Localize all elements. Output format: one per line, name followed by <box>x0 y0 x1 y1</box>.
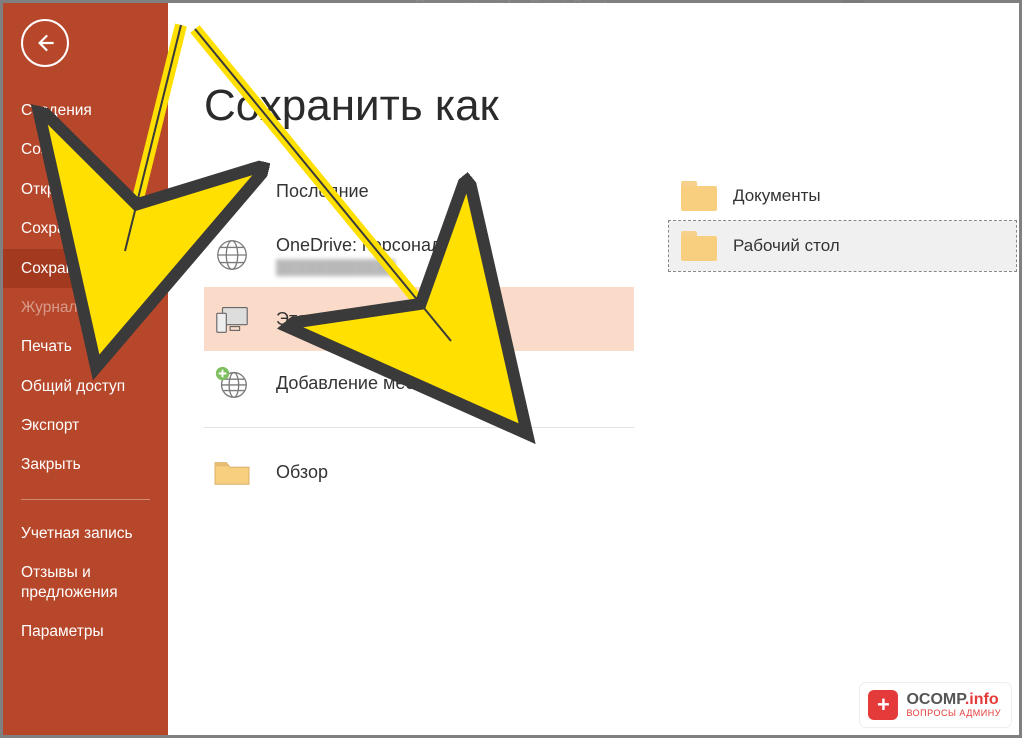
sidebar-item-label: Печать <box>21 338 72 355</box>
sidebar-item-print[interactable]: Печать <box>3 327 168 366</box>
this-pc-icon <box>210 297 254 341</box>
page-title: Сохранить как <box>204 81 983 131</box>
location-recent[interactable]: Последние <box>204 159 634 223</box>
sidebar-item-label: Сведения <box>21 102 92 119</box>
back-button[interactable] <box>21 19 69 67</box>
folder-row-documents[interactable]: Документы <box>669 171 1016 221</box>
sidebar-item-label: Создать <box>21 141 80 158</box>
browse-folder-icon <box>210 450 254 494</box>
sidebar-item-feedback[interactable]: Отзывы и предложения <box>3 553 168 612</box>
sidebar-item-close[interactable]: Закрыть <box>3 445 168 484</box>
sidebar-item-share[interactable]: Общий доступ <box>3 367 168 406</box>
folder-list: Документы Рабочий стол <box>669 171 1016 271</box>
location-onedrive[interactable]: OneDrive: персональный ████████████ <box>204 223 634 287</box>
watermark-plus-icon: + <box>868 690 898 720</box>
sidebar-item-info[interactable]: Сведения <box>3 91 168 130</box>
sidebar-item-label: Открыть <box>21 181 82 198</box>
sidebar-item-label: Общий доступ <box>21 378 125 395</box>
back-arrow-icon <box>32 30 58 56</box>
location-label: Добавление места <box>276 373 628 394</box>
location-divider <box>204 427 634 428</box>
sidebar-item-new[interactable]: Создать <box>3 130 168 169</box>
sidebar-item-save-as[interactable]: Сохранить как <box>3 249 168 288</box>
location-label: Обзор <box>276 462 628 483</box>
backstage-sidebar: Сведения Создать Открыть Сохранить Сохра… <box>3 3 168 735</box>
sidebar-item-label: Отзывы и предложения <box>21 564 118 600</box>
folder-row-desktop[interactable]: Рабочий стол <box>669 221 1016 271</box>
sidebar-item-options[interactable]: Параметры <box>3 612 168 651</box>
sidebar-item-label: Сохранить как <box>21 260 125 277</box>
sidebar-separator <box>21 499 150 500</box>
add-place-icon <box>210 361 254 405</box>
folder-label: Документы <box>733 186 821 206</box>
folder-icon <box>681 181 717 211</box>
sidebar-item-label: Сохранить <box>21 220 98 237</box>
sidebar-item-account[interactable]: Учетная запись <box>3 514 168 553</box>
sidebar-item-label: Экспорт <box>21 417 79 434</box>
location-label: OneDrive: персональный <box>276 235 628 256</box>
location-this-pc[interactable]: Этот компьютер <box>204 287 634 351</box>
watermark-tagline: ВОПРОСЫ АДМИНУ <box>906 709 1001 718</box>
sidebar-item-label: Журнал <box>21 299 78 316</box>
location-label: Этот компьютер <box>276 309 628 330</box>
sidebar-item-save[interactable]: Сохранить <box>3 209 168 248</box>
sidebar-item-history: Журнал <box>3 288 168 327</box>
onedrive-icon <box>210 233 254 277</box>
location-sublabel: ████████████ <box>276 259 628 275</box>
sidebar-item-label: Учетная запись <box>21 525 133 542</box>
location-label: Последние <box>276 181 628 202</box>
watermark-brand: OCOMP.info <box>906 692 1001 708</box>
sidebar-item-label: Параметры <box>21 623 104 640</box>
sidebar-item-export[interactable]: Экспорт <box>3 406 168 445</box>
location-browse[interactable]: Обзор <box>204 440 634 504</box>
locations-list: Последние OneDrive: персональный ███████… <box>204 159 634 504</box>
folder-label: Рабочий стол <box>733 236 840 256</box>
watermark-logo: + OCOMP.info ВОПРОСЫ АДМИНУ <box>860 683 1011 727</box>
main-content: Сохранить как Последние OneDrive: персон… <box>168 3 1019 735</box>
sidebar-item-label: Закрыть <box>21 456 81 473</box>
folder-icon <box>681 231 717 261</box>
location-add-place[interactable]: Добавление места <box>204 351 634 415</box>
clock-icon <box>210 169 254 213</box>
sidebar-item-open[interactable]: Открыть <box>3 170 168 209</box>
